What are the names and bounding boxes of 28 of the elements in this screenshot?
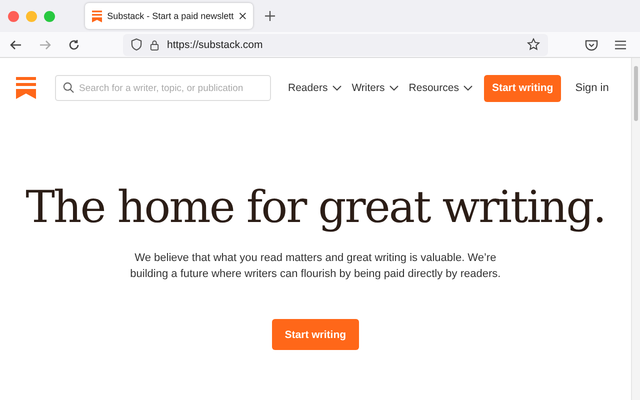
bookmark-logo-icon (92, 10, 102, 22)
nav-menu[interactable]: Readers (285, 82, 345, 94)
intro-text: We believe that what you read matters and great writing is valuable. We’re building a future where writers can flourish by being paid directly by readers. (129, 251, 502, 282)
pocket-icon[interactable] (585, 38, 598, 50)
chevron-down-icon (462, 85, 473, 91)
search-icon (63, 82, 74, 93)
new-tab-icon[interactable] (265, 11, 275, 21)
headline: The home for great writing. (26, 181, 606, 235)
reload-icon[interactable] (68, 38, 80, 50)
sign-in-link[interactable]: Sign in (569, 81, 615, 95)
chevron-down-icon (332, 85, 342, 91)
close-window-button[interactable] (8, 10, 19, 22)
menu-icon[interactable] (615, 40, 626, 50)
tab-title: Substack - Start a paid newslett (107, 11, 234, 21)
search-field[interactable]: Search for a writer, topic, or publication (55, 75, 271, 101)
chevron-down-icon (388, 85, 399, 91)
back-arrow-icon[interactable] (10, 38, 22, 50)
close-icon[interactable] (238, 12, 246, 20)
bookmark-logo-icon[interactable] (16, 77, 36, 99)
scrollbar[interactable] (630, 58, 640, 400)
browser-tab[interactable]: Substack - Start a paid newslett (85, 3, 253, 29)
shield-icon (131, 38, 142, 51)
lock-icon (150, 38, 159, 50)
star-icon[interactable] (527, 38, 540, 51)
nav-menu[interactable]: Resources (406, 82, 476, 94)
nav-menu[interactable]: Writers (348, 82, 402, 94)
address-bar[interactable]: https://substack.com (123, 34, 548, 56)
url-text: https://substack.com (167, 38, 264, 50)
